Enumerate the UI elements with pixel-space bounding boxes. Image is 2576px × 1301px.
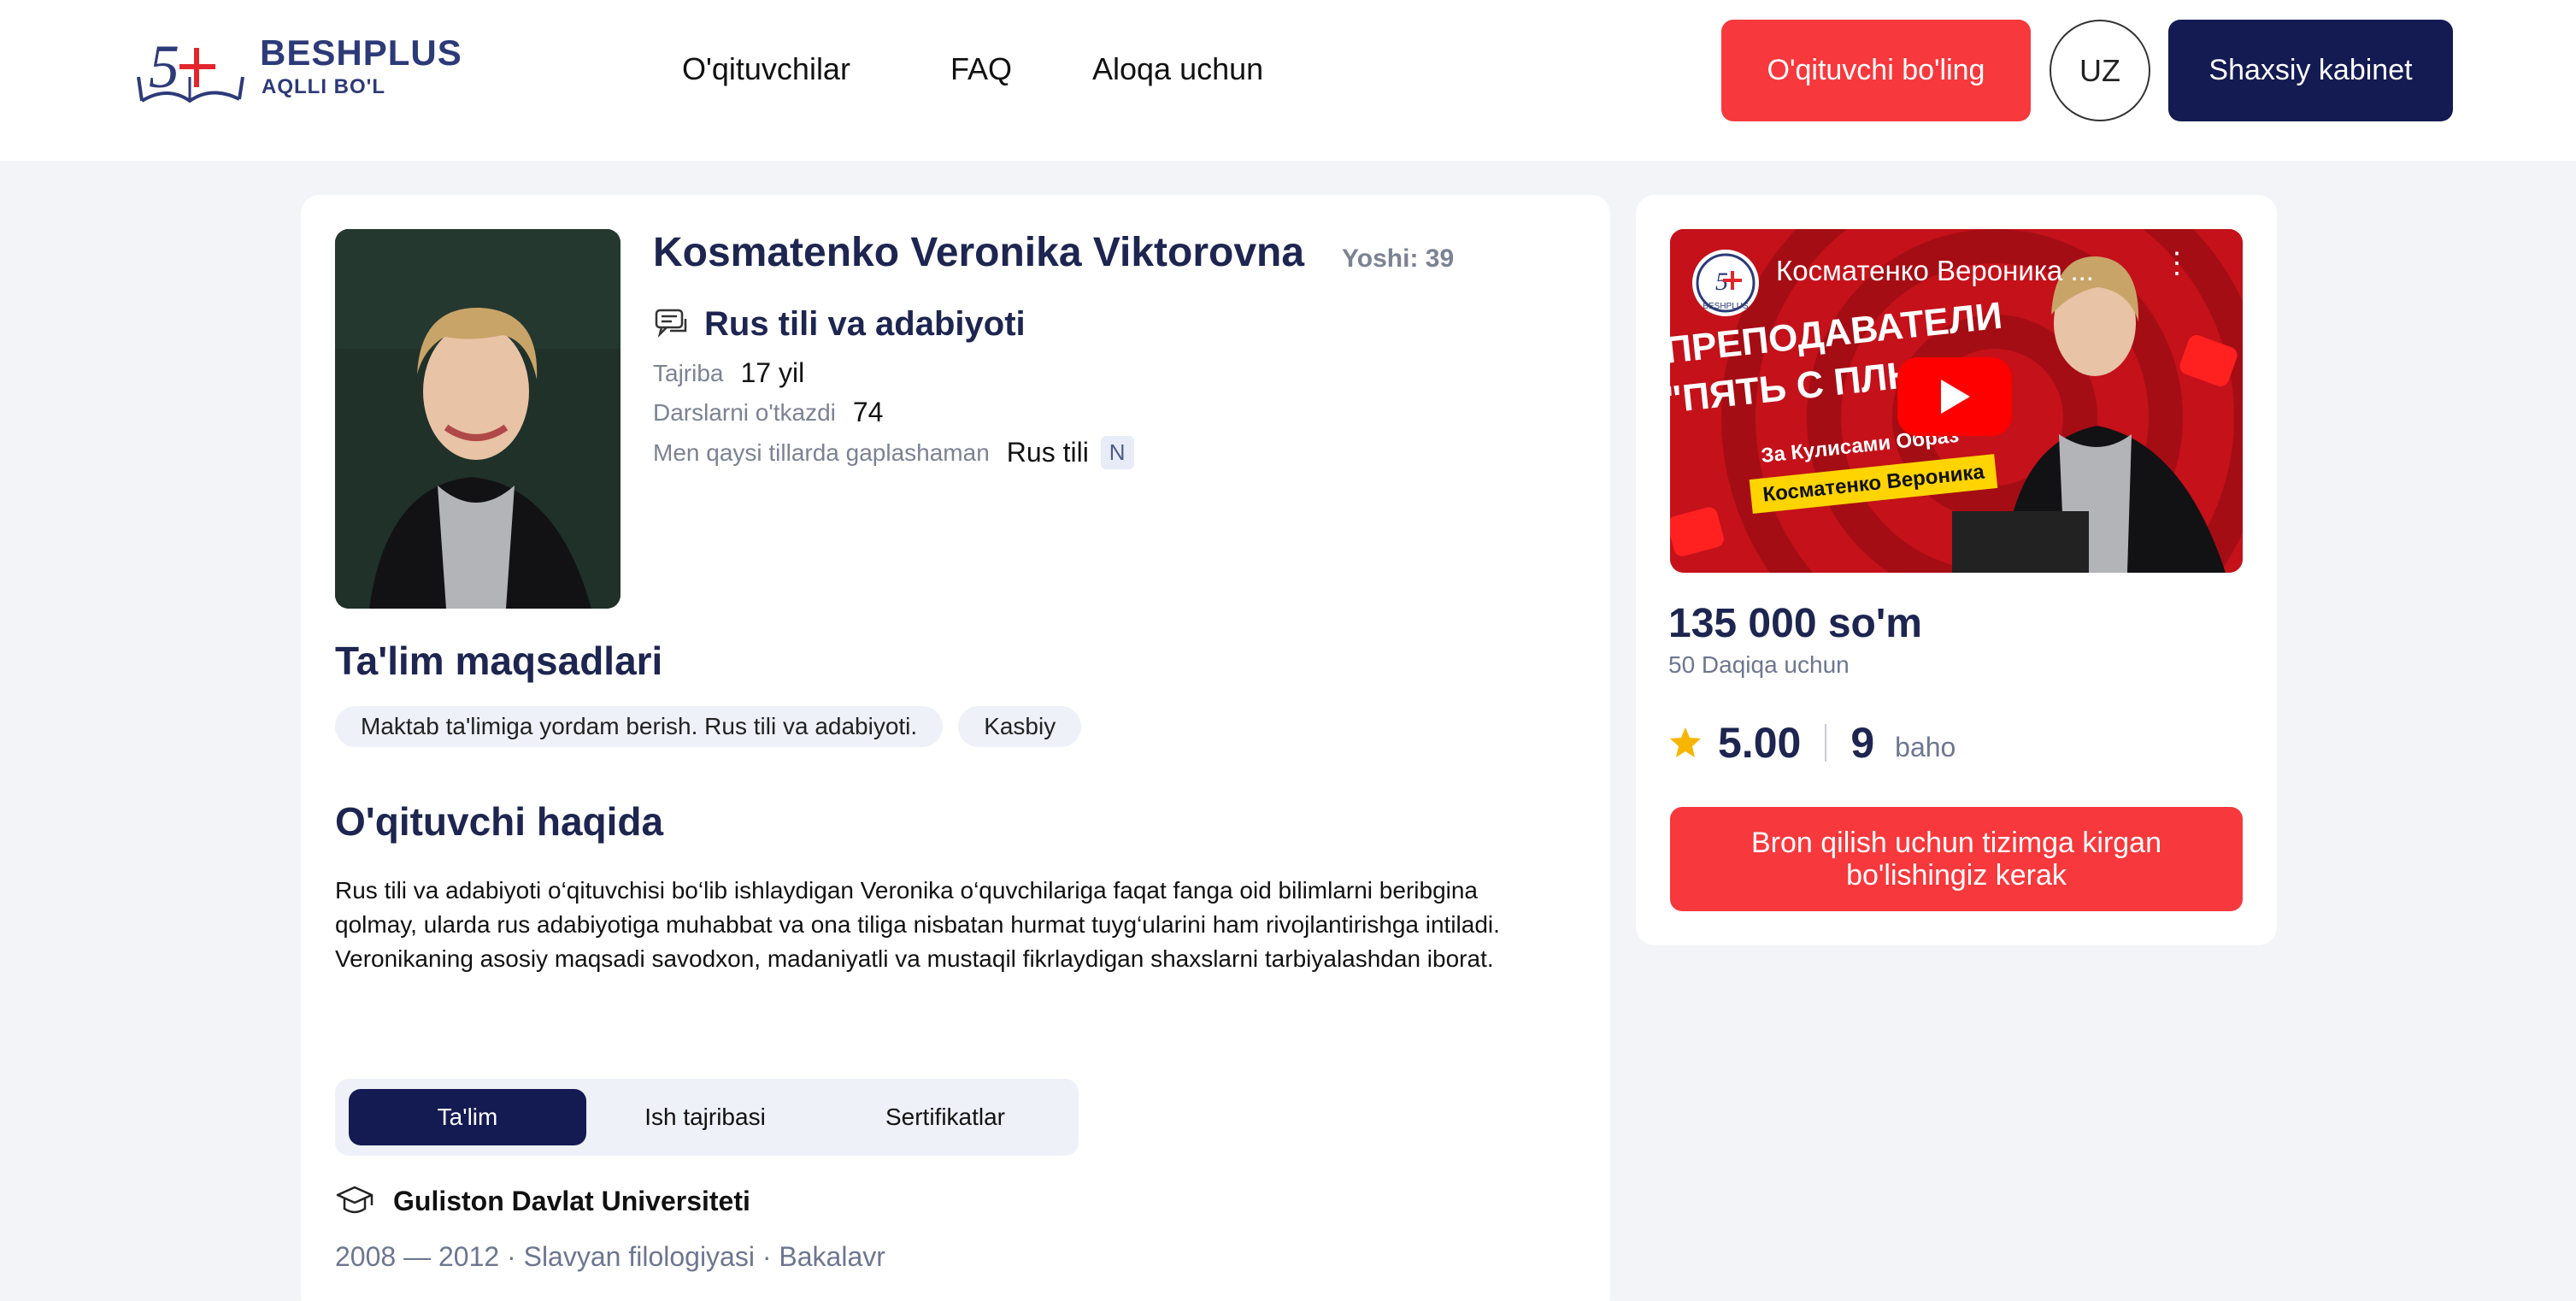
experience-value: 17 yil bbox=[740, 357, 805, 388]
svg-text:BESHPLUS: BESHPLUS bbox=[1703, 302, 1749, 311]
education-details: 2008 — 2012 · Slavyan filologiyasi · Bak… bbox=[335, 1241, 885, 1272]
logo-book-icon: 5 bbox=[137, 32, 244, 103]
lesson-duration: 50 Daqiqa uchun bbox=[1668, 651, 1850, 678]
brand-tagline: AQLLI BO'L bbox=[262, 75, 386, 98]
goal-chip: Kasbiy bbox=[958, 706, 1082, 747]
goal-chip: Maktab ta'limiga yordam berish. Rus tili… bbox=[335, 706, 944, 747]
more-options-icon[interactable]: ⋮ bbox=[2162, 249, 2191, 278]
language-switch-button[interactable]: UZ bbox=[2050, 20, 2150, 121]
teacher-name: Kosmatenko Veronika Viktorovna bbox=[653, 230, 1305, 275]
booking-card: 5 BESHPLUS Косматенко Вероника ... ⋮ ПРЕ… bbox=[1636, 195, 2277, 945]
teacher-profile-card: Kosmatenko Veronika Viktorovna Yoshi: 39… bbox=[301, 195, 1610, 1301]
about-title: O'qituvchi haqida bbox=[335, 799, 664, 844]
graduation-cap-icon bbox=[336, 1186, 373, 1214]
education-item: Guliston Davlat Universiteti bbox=[335, 1183, 750, 1219]
lesson-price: 135 000 so'm bbox=[1668, 601, 1922, 646]
language-value: Rus tili bbox=[1006, 437, 1089, 468]
languages-row: Men qaysi tillarda gaplashaman Rus tili … bbox=[653, 436, 1134, 469]
rating-divider bbox=[1825, 724, 1827, 762]
svg-text:5: 5 bbox=[149, 32, 179, 101]
subject-row: Rus tili va adabiyoti bbox=[653, 303, 1026, 345]
language-level-badge: N bbox=[1100, 436, 1134, 469]
tab-education[interactable]: Ta'lim bbox=[349, 1089, 586, 1145]
site-header: 5 BESHPLUS AQLLI BO'L O'qituvchilar FAQ … bbox=[0, 0, 2576, 161]
chat-bubbles-icon bbox=[655, 309, 687, 338]
brand-name: BESHPLUS bbox=[260, 32, 462, 73]
rating-row: 5.00 9 baho bbox=[1668, 718, 1956, 768]
channel-logo: 5 BESHPLUS bbox=[1692, 250, 1759, 316]
nav-contact[interactable]: Aloqa uchun bbox=[1092, 51, 1263, 87]
lessons-label: Darslarni o'tkazdi bbox=[653, 398, 836, 426]
experience-label: Tajriba bbox=[653, 359, 724, 386]
nav-faq[interactable]: FAQ bbox=[950, 51, 1012, 87]
tab-certificates[interactable]: Sertifikatlar bbox=[826, 1089, 1065, 1145]
nav-teachers[interactable]: O'qituvchilar bbox=[682, 51, 850, 87]
teacher-subject: Rus tili va adabiyoti bbox=[704, 304, 1026, 343]
book-lesson-button[interactable]: Bron qilish uchun tizimga kirgan bo'lish… bbox=[1670, 807, 2243, 911]
goals-title: Ta'lim maqsadlari bbox=[335, 639, 663, 683]
languages-label: Men qaysi tillarda gaplashaman bbox=[653, 439, 990, 466]
profile-tabs: Ta'lim Ish tajribasi Sertifikatlar bbox=[335, 1079, 1079, 1156]
experience-row: Tajriba 17 yil bbox=[653, 357, 804, 389]
become-teacher-button[interactable]: O'qituvchi bo'ling bbox=[1721, 20, 2031, 121]
teacher-age: Yoshi: 39 bbox=[1342, 244, 1455, 273]
lessons-row: Darslarni o'tkazdi 74 bbox=[653, 397, 883, 428]
play-icon[interactable] bbox=[1897, 357, 2012, 436]
logo[interactable]: 5 BESHPLUS AQLLI BO'L bbox=[133, 26, 462, 115]
intro-video[interactable]: 5 BESHPLUS Косматенко Вероника ... ⋮ ПРЕ… bbox=[1670, 229, 2243, 573]
education-institution: Guliston Davlat Universiteti bbox=[393, 1185, 750, 1216]
goals-list: Maktab ta'limiga yordam berish. Rus tili… bbox=[335, 706, 1082, 747]
rating-value: 5.00 bbox=[1718, 719, 1802, 767]
about-text: Rus tili va adabiyoti o‘qituvchisi bo‘li… bbox=[335, 877, 1500, 972]
star-icon bbox=[1670, 727, 1701, 757]
review-count: 9 bbox=[1850, 719, 1875, 767]
video-title: Косматенко Вероника ... bbox=[1776, 255, 2094, 286]
personal-cabinet-button[interactable]: Shaxsiy kabinet bbox=[2168, 20, 2453, 121]
lessons-value: 74 bbox=[852, 397, 884, 427]
tab-work-experience[interactable]: Ish tajribasi bbox=[586, 1089, 824, 1145]
review-count-label: baho bbox=[1895, 731, 1956, 762]
teacher-photo bbox=[335, 229, 620, 609]
